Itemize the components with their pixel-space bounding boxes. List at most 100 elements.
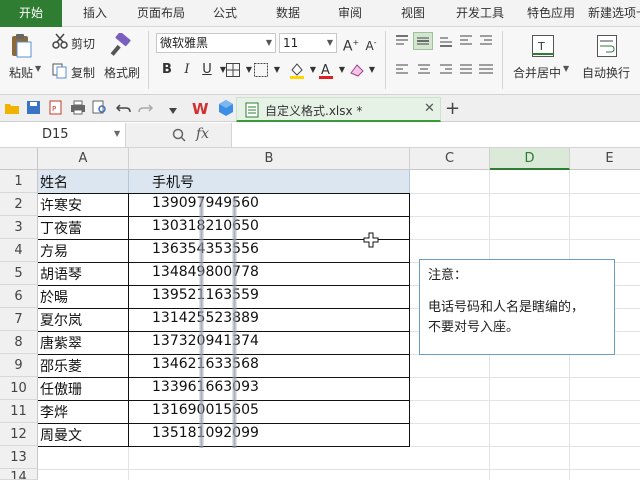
select-all-corner[interactable] xyxy=(0,148,38,170)
align-right-icon[interactable] xyxy=(478,34,494,48)
format-painter-button[interactable]: 格式刷 xyxy=(104,64,140,81)
header-cell-name[interactable]: 姓名 xyxy=(38,172,68,192)
fx-icon[interactable]: fx xyxy=(196,126,209,142)
redo-icon[interactable] xyxy=(138,100,154,115)
row-header[interactable]: 6 xyxy=(0,285,38,308)
cell-phone[interactable]: 131425523889 xyxy=(150,310,259,326)
cube-icon[interactable] xyxy=(217,99,235,117)
cell-phone[interactable]: 134621633568 xyxy=(150,356,259,372)
merge-center-icon[interactable]: T xyxy=(531,34,555,58)
font-name-combo[interactable]: 微软雅黑 ▼ xyxy=(156,33,276,53)
save-icon[interactable] xyxy=(26,100,41,115)
cell-phone[interactable]: 139097949560 xyxy=(150,195,259,211)
tab-view[interactable]: 视图 xyxy=(391,0,435,27)
row-header[interactable]: 3 xyxy=(0,216,38,239)
row-header[interactable]: 7 xyxy=(0,308,38,331)
row-header[interactable]: 2 xyxy=(0,193,38,216)
close-icon[interactable]: ✕ xyxy=(424,101,435,116)
column-header-d[interactable]: D xyxy=(490,148,570,170)
tab-review[interactable]: 审阅 xyxy=(328,0,372,27)
customize-dropdown-icon[interactable] xyxy=(168,104,178,114)
distributed-align-icon[interactable] xyxy=(478,63,494,77)
cell-name[interactable]: 周曼文 xyxy=(38,425,82,445)
cell-phone[interactable]: 131690015605 xyxy=(150,402,259,418)
cell-phone[interactable]: 137320941374 xyxy=(150,333,259,349)
row-header[interactable]: 1 xyxy=(0,170,38,193)
align-right-text-icon[interactable] xyxy=(438,63,454,77)
row-header[interactable]: 9 xyxy=(0,354,38,377)
chevron-down-icon[interactable]: ▼ xyxy=(363,61,381,79)
cell-phone[interactable]: 134849800778 xyxy=(150,264,259,280)
copy-button[interactable]: 复制 xyxy=(71,64,95,81)
header-cell-phone[interactable]: 手机号 xyxy=(150,172,194,192)
cell-phone[interactable]: 135181092099 xyxy=(150,425,259,441)
cell-name[interactable]: 夏尔岚 xyxy=(38,310,82,330)
format-painter-icon[interactable] xyxy=(110,31,134,57)
row-header[interactable]: 12 xyxy=(0,423,38,446)
paste-dropdown-icon[interactable]: ▼ xyxy=(35,64,41,73)
tab-new-tab[interactable]: 新建选项卡 xyxy=(588,0,640,27)
cell-name[interactable]: 胡语琴 xyxy=(38,264,82,284)
undo-icon[interactable] xyxy=(115,100,131,115)
column-header-e[interactable]: E xyxy=(570,148,640,170)
align-bottom-icon[interactable] xyxy=(438,34,454,48)
new-tab-plus-icon[interactable]: + xyxy=(445,98,460,119)
chevron-down-icon[interactable]: ▼ xyxy=(268,61,286,79)
wps-logo-icon[interactable]: W xyxy=(192,99,210,118)
italic-icon[interactable]: I xyxy=(178,61,196,79)
cell-name[interactable]: 任傲珊 xyxy=(38,379,82,399)
paste-icon[interactable] xyxy=(9,33,33,59)
align-left-text-icon[interactable] xyxy=(394,63,410,77)
align-top-icon[interactable] xyxy=(394,34,410,48)
border-icon[interactable] xyxy=(225,62,241,78)
cell-name[interactable]: 丁夜蕾 xyxy=(38,218,82,238)
column-header-a[interactable]: A xyxy=(38,148,129,170)
cell-name[interactable]: 许寒安 xyxy=(38,195,82,215)
cell-phone[interactable]: 139521163559 xyxy=(150,287,259,303)
tab-data[interactable]: 数据 xyxy=(266,0,310,27)
cell-name[interactable]: 李烨 xyxy=(38,402,68,422)
increase-font-icon[interactable]: A+ xyxy=(342,34,360,55)
cut-button[interactable]: 剪切 xyxy=(71,35,95,52)
decrease-font-icon[interactable]: A- xyxy=(362,34,380,53)
wrap-text-icon[interactable] xyxy=(596,34,618,58)
row-header[interactable]: 5 xyxy=(0,262,38,285)
justify-icon[interactable] xyxy=(458,63,474,77)
cell-phone[interactable]: 130318210650 xyxy=(150,218,259,234)
cell-phone[interactable]: 136354353556 xyxy=(150,241,259,257)
cell-name[interactable]: 邵乐菱 xyxy=(38,356,82,376)
copy-icon[interactable] xyxy=(52,63,68,79)
tab-formulas[interactable]: 公式 xyxy=(203,0,247,27)
column-header-c[interactable]: C xyxy=(410,148,490,170)
scissors-icon[interactable] xyxy=(52,33,68,49)
column-header-b[interactable]: B xyxy=(129,148,410,170)
wrap-text-button[interactable]: 自动换行 xyxy=(582,64,630,81)
align-left-icon[interactable] xyxy=(458,34,474,48)
tab-page-layout[interactable]: 页面布局 xyxy=(128,0,194,27)
name-box[interactable]: D15 ▼ xyxy=(0,123,126,147)
merge-center-button[interactable]: 合并居中 xyxy=(513,64,561,81)
note-comment-box[interactable]: 注意： 电话号码和人名是瞎编的， 不要对号入座。 xyxy=(419,259,615,355)
export-pdf-icon[interactable]: P xyxy=(48,100,63,115)
font-size-combo[interactable]: 11 ▼ xyxy=(279,33,337,53)
align-middle-icon[interactable] xyxy=(413,32,433,50)
row-header[interactable]: 11 xyxy=(0,400,38,423)
cell-name[interactable]: 方易 xyxy=(38,241,68,261)
row-header[interactable]: 8 xyxy=(0,331,38,354)
merge-dropdown-icon[interactable]: ▼ xyxy=(563,64,569,73)
paste-button[interactable]: 粘贴 xyxy=(9,64,33,81)
cell-phone[interactable]: 133961663093 xyxy=(150,379,259,395)
magnifier-icon[interactable] xyxy=(172,128,186,142)
row-header[interactable]: 4 xyxy=(0,239,38,262)
document-tab[interactable]: 自定义格式.xlsx * ✕ xyxy=(236,97,441,122)
row-header[interactable]: 10 xyxy=(0,377,38,400)
tab-developer[interactable]: 开发工具 xyxy=(447,0,513,27)
tab-home[interactable]: 开始 xyxy=(0,0,62,27)
fill-pattern-icon[interactable] xyxy=(253,62,269,78)
row-header[interactable]: 13 xyxy=(0,446,38,469)
cell-name[interactable]: 於暘 xyxy=(38,287,68,307)
align-center-icon[interactable] xyxy=(416,63,432,77)
print-icon[interactable] xyxy=(70,100,86,115)
cell-name[interactable]: 唐紫翠 xyxy=(38,333,82,353)
bold-icon[interactable]: B xyxy=(158,61,176,79)
